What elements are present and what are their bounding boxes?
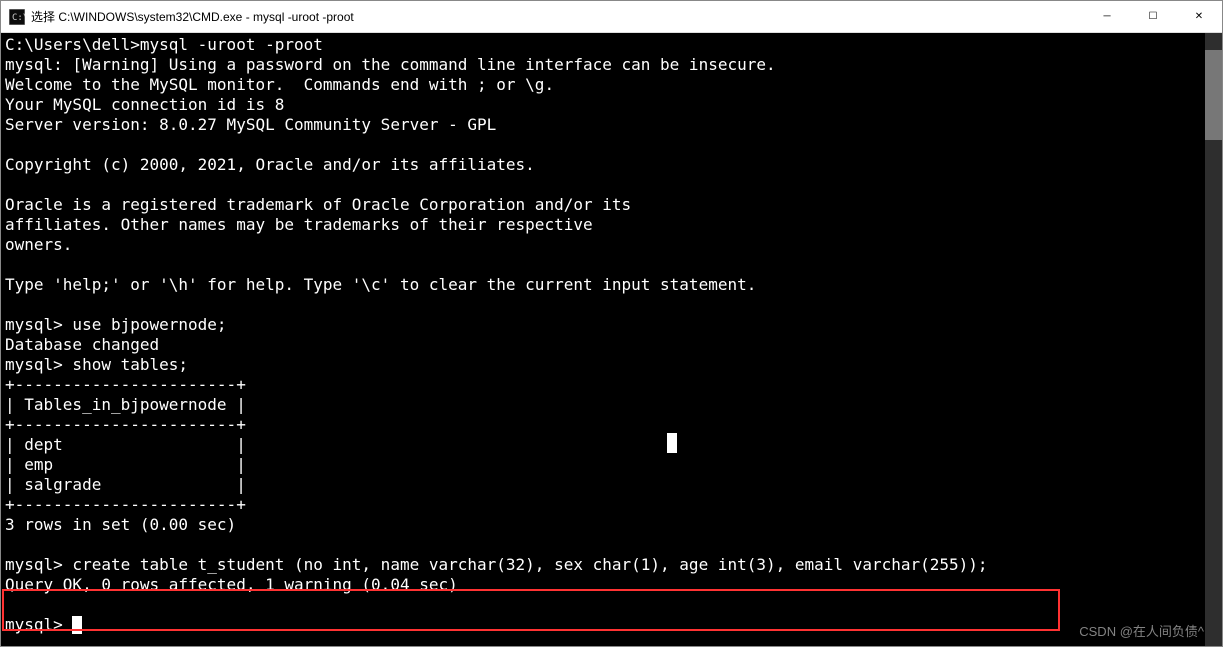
terminal-line: | salgrade |	[5, 475, 1218, 495]
terminal-line: | emp |	[5, 455, 1218, 475]
terminal-line: Database changed	[5, 335, 1218, 355]
svg-text:C:\: C:\	[12, 13, 25, 23]
cmd-icon: C:\	[9, 9, 25, 25]
close-button[interactable]: ✕	[1176, 1, 1222, 32]
terminal-line: Server version: 8.0.27 MySQL Community S…	[5, 115, 1218, 135]
terminal-line: +-----------------------+	[5, 375, 1218, 395]
selection-cursor	[667, 433, 677, 453]
terminal-line: Query OK, 0 rows affected, 1 warning (0.…	[5, 575, 1218, 595]
terminal-line: mysql>	[5, 615, 1218, 635]
terminal-line: | dept |	[5, 435, 1218, 455]
prompt-cursor	[72, 616, 82, 634]
watermark-text: CSDN @在人间负债^	[1079, 622, 1204, 642]
terminal-line: Type 'help;' or '\h' for help. Type '\c'…	[5, 275, 1218, 295]
cmd-window: C:\ 选择 C:\WINDOWS\system32\CMD.exe - mys…	[0, 0, 1223, 647]
terminal-line: Welcome to the MySQL monitor. Commands e…	[5, 75, 1218, 95]
terminal-line: +-----------------------+	[5, 495, 1218, 515]
terminal-line	[5, 135, 1218, 155]
terminal-line	[5, 175, 1218, 195]
minimize-button[interactable]: ─	[1084, 1, 1130, 32]
terminal-line: mysql> create table t_student (no int, n…	[5, 555, 1218, 575]
terminal-line: owners.	[5, 235, 1218, 255]
terminal-area[interactable]: C:\Users\dell>mysql -uroot -prootmysql: …	[1, 33, 1222, 646]
window-controls: ─ ☐ ✕	[1084, 1, 1222, 32]
terminal-line: Oracle is a registered trademark of Orac…	[5, 195, 1218, 215]
maximize-button[interactable]: ☐	[1130, 1, 1176, 32]
terminal-line	[5, 595, 1218, 615]
titlebar[interactable]: C:\ 选择 C:\WINDOWS\system32\CMD.exe - mys…	[1, 1, 1222, 33]
terminal-line: | Tables_in_bjpowernode |	[5, 395, 1218, 415]
terminal-line	[5, 535, 1218, 555]
terminal-line: mysql> use bjpowernode;	[5, 315, 1218, 335]
terminal-line: mysql> show tables;	[5, 355, 1218, 375]
scrollbar-track[interactable]	[1205, 33, 1222, 646]
scrollbar-thumb[interactable]	[1205, 50, 1222, 140]
terminal-line: mysql: [Warning] Using a password on the…	[5, 55, 1218, 75]
terminal-line	[5, 295, 1218, 315]
terminal-line: affiliates. Other names may be trademark…	[5, 215, 1218, 235]
terminal-line: +-----------------------+	[5, 415, 1218, 435]
terminal-line: C:\Users\dell>mysql -uroot -proot	[5, 35, 1218, 55]
terminal-line: Copyright (c) 2000, 2021, Oracle and/or …	[5, 155, 1218, 175]
terminal-line: Your MySQL connection id is 8	[5, 95, 1218, 115]
terminal-line: 3 rows in set (0.00 sec)	[5, 515, 1218, 535]
window-title: 选择 C:\WINDOWS\system32\CMD.exe - mysql -…	[31, 8, 1084, 25]
terminal-line	[5, 255, 1218, 275]
